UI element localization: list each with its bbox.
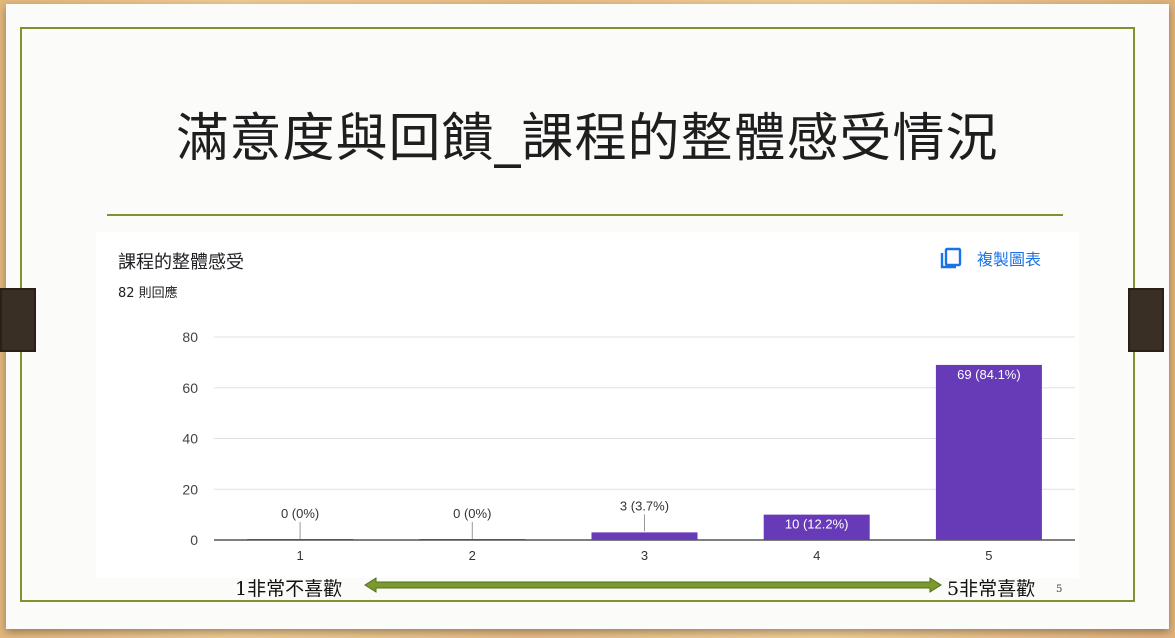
data-label: 10 (12.2%) [785,517,849,532]
data-label: 3 (3.7%) [620,498,669,513]
left-binder-clip [0,288,36,352]
x-tick-label: 3 [641,548,648,563]
data-label: 0 (0%) [281,506,319,521]
bar [591,532,698,540]
y-tick-label: 20 [182,481,198,497]
double-arrow-icon [364,577,942,593]
x-tick-label: 4 [813,548,820,563]
x-tick-label: 1 [296,548,303,563]
y-tick-label: 0 [190,532,198,548]
chart-card: 課程的整體感受 82 則回應 複製圖表 0 20 40 60 80 1 0 (0%) 2 0 (… [96,232,1079,578]
scale-right-label: 5非常喜歡 [947,578,1036,600]
x-tick-label: 2 [469,548,476,563]
title-divider [107,214,1063,216]
data-label: 69 (84.1%) [957,367,1021,382]
slide-title: 滿意度與回饋_課程的整體感受情況 [176,109,999,169]
scale-left-label: 1非常不喜歡 [235,578,343,600]
bar-chart: 0 20 40 60 80 1 0 (0%) 2 0 (0%) 3 3 (3.7%) 4 10 (12.… [182,329,1075,563]
page-number: 5 [1056,584,1063,595]
y-tick-label: 60 [182,380,198,396]
y-tick-label: 80 [182,329,198,345]
x-tick-label: 5 [985,548,992,563]
right-binder-clip [1128,288,1164,352]
bar [935,364,1042,540]
y-tick-label: 40 [182,431,198,447]
data-label: 0 (0%) [453,506,491,521]
